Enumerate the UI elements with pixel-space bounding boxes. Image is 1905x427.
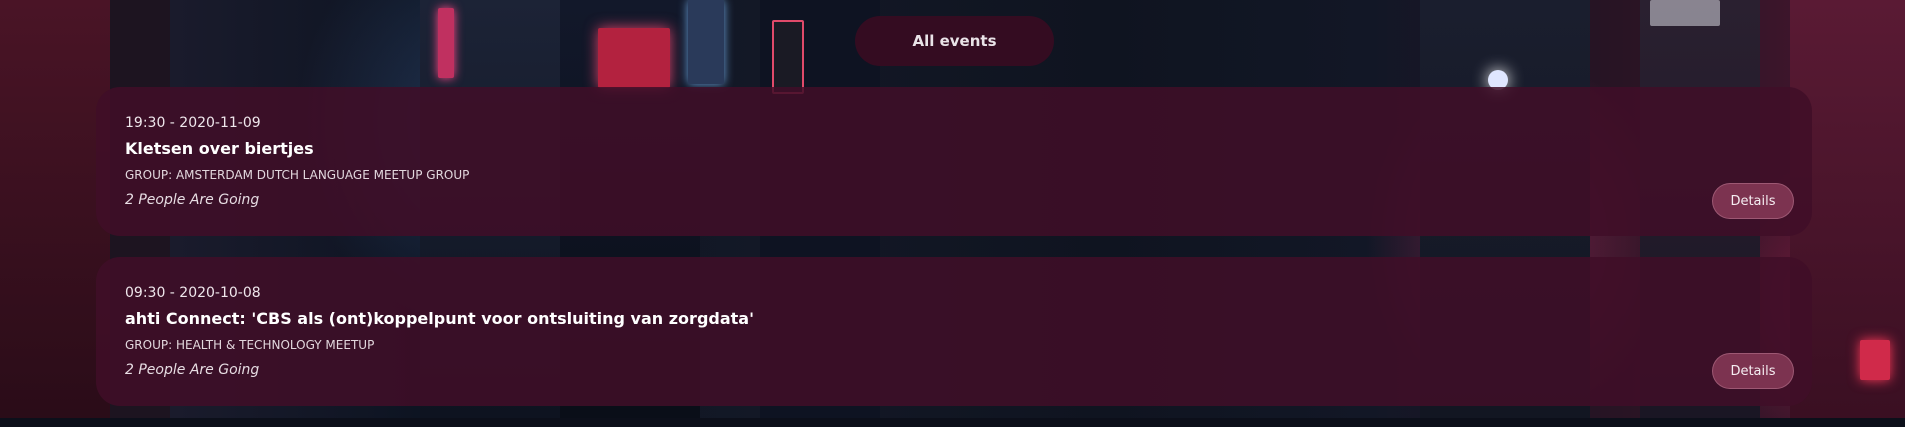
event-card: 09:30 - 2020-10-08 ahti Connect: 'CBS al…	[96, 257, 1812, 406]
all-events-filter-button[interactable]: All events	[855, 16, 1054, 66]
neon-sign	[1650, 0, 1720, 26]
details-button[interactable]: Details	[1712, 353, 1794, 389]
event-attendees: 2 People Are Going	[125, 362, 260, 378]
neon-sign	[688, 0, 724, 84]
event-group: GROUP: HEALTH & TECHNOLOGY MEETUP	[125, 338, 375, 352]
neon-sign	[598, 28, 670, 88]
event-list: 19:30 - 2020-11-09 Kletsen over biertjes…	[96, 87, 1812, 427]
neon-sign	[772, 20, 804, 94]
details-button[interactable]: Details	[1712, 183, 1794, 219]
event-datetime: 09:30 - 2020-10-08	[125, 285, 261, 301]
event-datetime: 19:30 - 2020-11-09	[125, 115, 261, 131]
event-card: 19:30 - 2020-11-09 Kletsen over biertjes…	[96, 87, 1812, 236]
neon-sign	[438, 8, 454, 78]
event-title: Kletsen over biertjes	[125, 139, 314, 158]
event-attendees: 2 People Are Going	[125, 192, 260, 208]
event-group: GROUP: AMSTERDAM DUTCH LANGUAGE MEETUP G…	[125, 168, 470, 182]
building-silhouette	[0, 0, 110, 418]
neon-sign	[1860, 340, 1890, 380]
event-title: ahti Connect: 'CBS als (ont)koppelpunt v…	[125, 309, 754, 328]
